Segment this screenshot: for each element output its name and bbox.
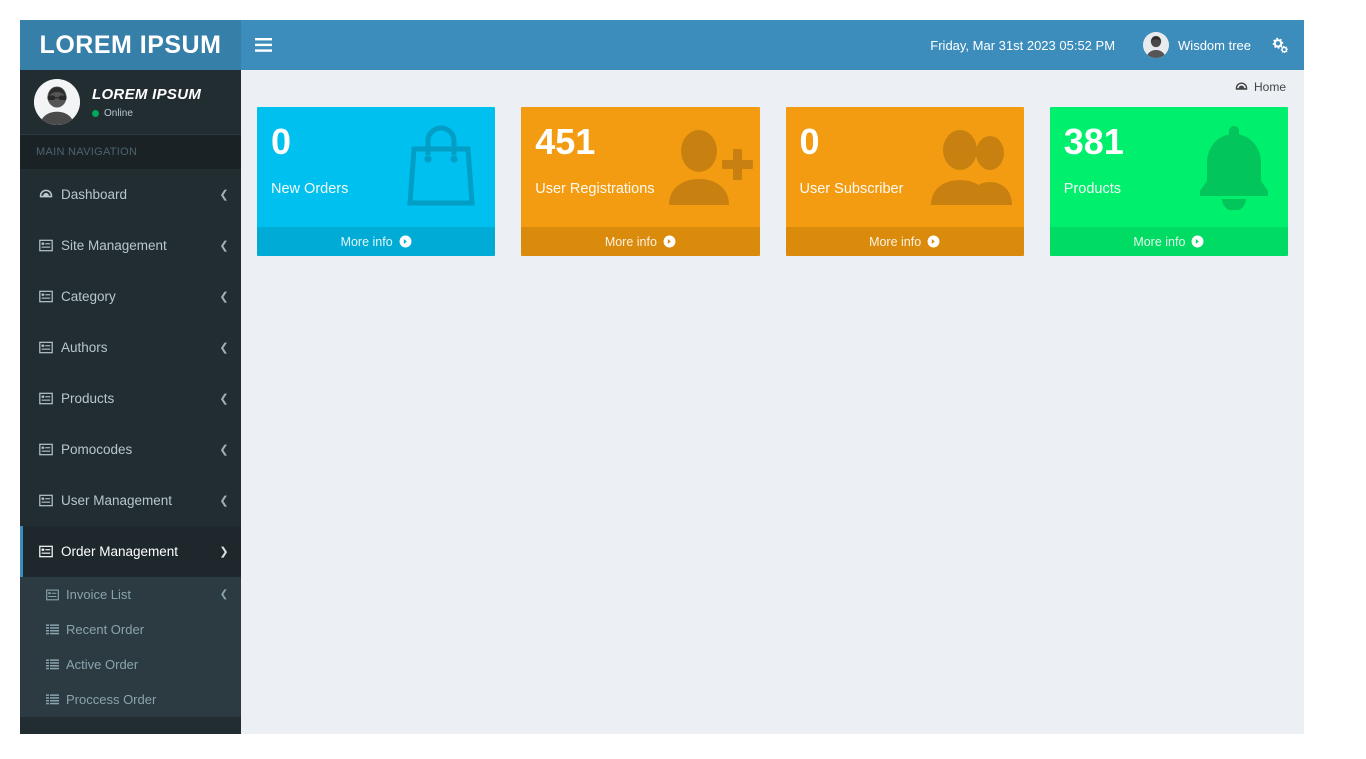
list-icon	[46, 624, 66, 635]
sidebar-item-label: Pomocodes	[61, 442, 133, 457]
sidebar-toggle-button[interactable]	[241, 20, 286, 70]
chevron-down-icon: ❯	[219, 546, 229, 558]
list-alt-icon	[39, 341, 61, 354]
info-box-footer-link[interactable]: More info	[257, 227, 496, 256]
list-alt-icon	[39, 290, 61, 303]
sidebar-item-label: Order Management	[61, 544, 179, 559]
circle-arrow-right-icon	[1191, 235, 1204, 248]
info-box-footer-link[interactable]: More info	[1049, 227, 1288, 256]
chevron-left-icon: ❮	[219, 495, 229, 507]
info-box-body: 0 User Subscriber	[785, 107, 1024, 227]
list-alt-icon	[39, 443, 61, 456]
bell-icon	[1186, 117, 1282, 213]
sidebar-subitem-label: Recent Order	[66, 622, 145, 637]
sidebar-user-status: Online	[92, 108, 201, 119]
app-logo[interactable]: LOREM IPSUM	[20, 20, 241, 70]
user-plus-icon	[658, 117, 754, 213]
sidebar-item-proccess-order[interactable]: Proccess Order	[20, 682, 241, 717]
info-box-body: 451 User Registrations	[521, 107, 760, 227]
circle-arrow-right-icon	[927, 235, 940, 248]
sidebar-item-invoice-list[interactable]: Invoice List ❮	[20, 577, 241, 612]
hamburger-icon	[255, 38, 272, 52]
dashboard-icon	[1235, 81, 1248, 94]
avatar	[1143, 32, 1170, 58]
sidebar: LOREM IPSUM Online MAIN NAVIGATION Dashb…	[20, 70, 241, 734]
info-box-footer-label: More info	[340, 234, 393, 249]
navbar-user-menu[interactable]: Wisdom tree	[1129, 32, 1265, 58]
info-box-new-orders[interactable]: 0 New Orders More info	[257, 107, 496, 256]
sidebar-item-label: Dashboard	[61, 187, 128, 202]
info-box-footer-link[interactable]: More info	[785, 227, 1024, 256]
sidebar-menu: Dashboard ❮ Site Management ❮ Category ❮…	[20, 169, 241, 717]
chevron-left-icon: ❮	[219, 342, 229, 354]
chevron-left-icon: ❮	[219, 444, 229, 456]
chevron-left-icon: ❮	[219, 393, 229, 405]
list-alt-icon	[39, 545, 61, 558]
breadcrumb[interactable]: Home	[1235, 80, 1286, 94]
list-alt-icon	[39, 239, 61, 252]
list-alt-icon	[39, 392, 61, 405]
info-box-row: 0 New Orders More info 451 User Registra…	[241, 107, 1304, 256]
sidebar-item-order-management[interactable]: Order Management ❯	[20, 526, 241, 577]
sidebar-item-site-management[interactable]: Site Management ❮	[20, 220, 241, 271]
sidebar-item-user-management[interactable]: User Management ❮	[20, 475, 241, 526]
info-box-body: 381 Products	[1049, 107, 1288, 227]
navbar-user-name: Wisdom tree	[1178, 37, 1251, 53]
info-box-body: 0 New Orders	[257, 107, 496, 227]
info-box-footer-label: More info	[604, 234, 657, 249]
sidebar-user-name: LOREM IPSUM	[92, 85, 202, 103]
chevron-left-icon: ❮	[219, 189, 229, 201]
shopping-bag-icon	[393, 117, 489, 213]
sidebar-item-active-order[interactable]: Active Order	[20, 647, 241, 682]
circle-arrow-right-icon	[663, 235, 676, 248]
content-wrapper: Home 0 New Orders More info 451 User Reg…	[241, 70, 1304, 734]
sidebar-nav-header: MAIN NAVIGATION	[20, 135, 241, 169]
sidebar-submenu-order-management: Invoice List ❮ Recent Order Active Order…	[20, 577, 241, 717]
sidebar-user-panel: LOREM IPSUM Online	[20, 70, 241, 135]
sidebar-item-products[interactable]: Products ❮	[20, 373, 241, 424]
info-box-footer-link[interactable]: More info	[521, 227, 760, 256]
control-sidebar-toggle[interactable]	[1265, 37, 1304, 53]
online-status-dot	[92, 109, 99, 117]
dashboard-icon	[39, 188, 61, 202]
sidebar-item-label: Authors	[61, 340, 108, 355]
navbar-right: Friday, Mar 31st 2023 05:52 PM Wisdom tr…	[916, 20, 1304, 70]
circle-arrow-right-icon	[399, 235, 412, 248]
list-alt-icon	[46, 589, 66, 601]
avatar	[34, 79, 80, 125]
sidebar-subitem-label: Invoice List	[66, 587, 132, 602]
chevron-left-icon: ❮	[219, 291, 229, 303]
sidebar-user-status-label: Online	[104, 107, 133, 119]
sidebar-subitem-label: Proccess Order	[66, 692, 157, 707]
sidebar-user-info: LOREM IPSUM Online	[92, 86, 201, 119]
sidebar-subitem-label: Active Order	[66, 657, 139, 672]
sidebar-item-label: User Management	[61, 493, 173, 508]
info-box-user-registrations[interactable]: 451 User Registrations More info	[521, 107, 760, 256]
cogs-icon	[1272, 37, 1288, 53]
sidebar-item-dashboard[interactable]: Dashboard ❮	[20, 169, 241, 220]
info-box-products[interactable]: 381 Products More info	[1049, 107, 1288, 256]
sidebar-item-authors[interactable]: Authors ❮	[20, 322, 241, 373]
users-icon	[922, 117, 1018, 213]
sidebar-item-category[interactable]: Category ❮	[20, 271, 241, 322]
main-header: LOREM IPSUM Friday, Mar 31st 2023 05:52 …	[20, 20, 1304, 70]
sidebar-item-label: Site Management	[61, 238, 167, 253]
sidebar-item-label: Category	[61, 289, 116, 304]
admin-dashboard: LOREM IPSUM Friday, Mar 31st 2023 05:52 …	[20, 20, 1304, 734]
chevron-left-icon: ❮	[219, 589, 229, 600]
sidebar-item-recent-order[interactable]: Recent Order	[20, 612, 241, 647]
info-box-footer-label: More info	[1133, 234, 1186, 249]
info-box-footer-label: More info	[869, 234, 922, 249]
top-navbar: Friday, Mar 31st 2023 05:52 PM Wisdom tr…	[241, 20, 1304, 70]
navbar-datetime: Friday, Mar 31st 2023 05:52 PM	[930, 37, 1116, 53]
chevron-left-icon: ❮	[219, 240, 229, 252]
list-icon	[46, 659, 66, 670]
content-header: Home	[241, 70, 1304, 107]
breadcrumb-label: Home	[1253, 80, 1286, 94]
list-alt-icon	[39, 494, 61, 507]
sidebar-item-pomocodes[interactable]: Pomocodes ❮	[20, 424, 241, 475]
sidebar-item-label: Products	[61, 391, 115, 406]
info-box-user-subscriber[interactable]: 0 User Subscriber More info	[785, 107, 1024, 256]
list-icon	[46, 694, 66, 705]
